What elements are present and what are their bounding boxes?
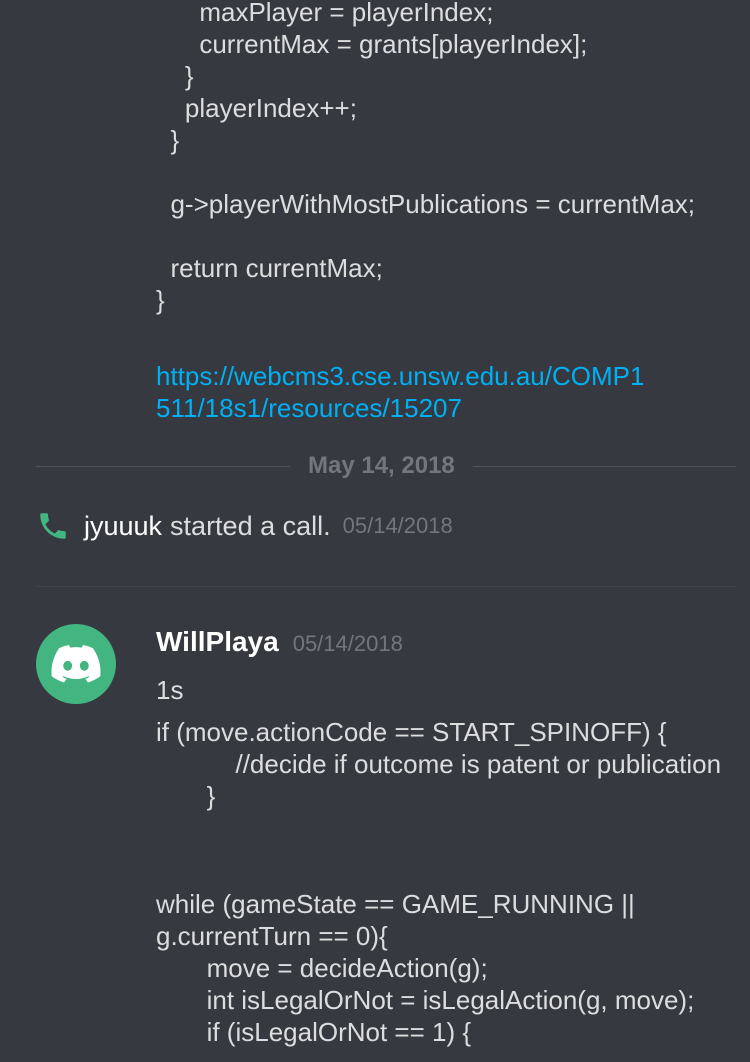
resource-link[interactable]: https://webcms3.cse.unsw.edu.au/COMP1511… [156,360,656,424]
username[interactable]: WillPlaya [156,626,279,658]
message-code-block-1: if (move.actionCode == START_SPINOFF) { … [156,717,722,811]
message-separator [36,586,736,587]
call-timestamp: 05/14/2018 [342,513,453,538]
message-timestamp: 05/14/2018 [292,631,403,656]
message-text: 1s [156,675,184,705]
phone-icon [40,513,66,539]
message-header: WillPlaya 05/14/2018 [156,626,403,658]
call-system-message: jyuuuk started a call. 05/14/2018 [36,508,453,544]
call-text: started a call. [170,510,331,541]
message-code-block-2: while (gameState == GAME_RUNNING || g.cu… [156,889,695,1047]
date-divider-label: May 14, 2018 [290,450,473,482]
previous-message-code: maxPlayer = playerIndex; currentMax = gr… [156,0,695,315]
chat-viewport[interactable]: maxPlayer = playerIndex; currentMax = gr… [0,0,750,1062]
discord-logo-icon [51,645,101,683]
call-username[interactable]: jyuuuk [84,511,162,542]
avatar[interactable] [36,624,116,704]
